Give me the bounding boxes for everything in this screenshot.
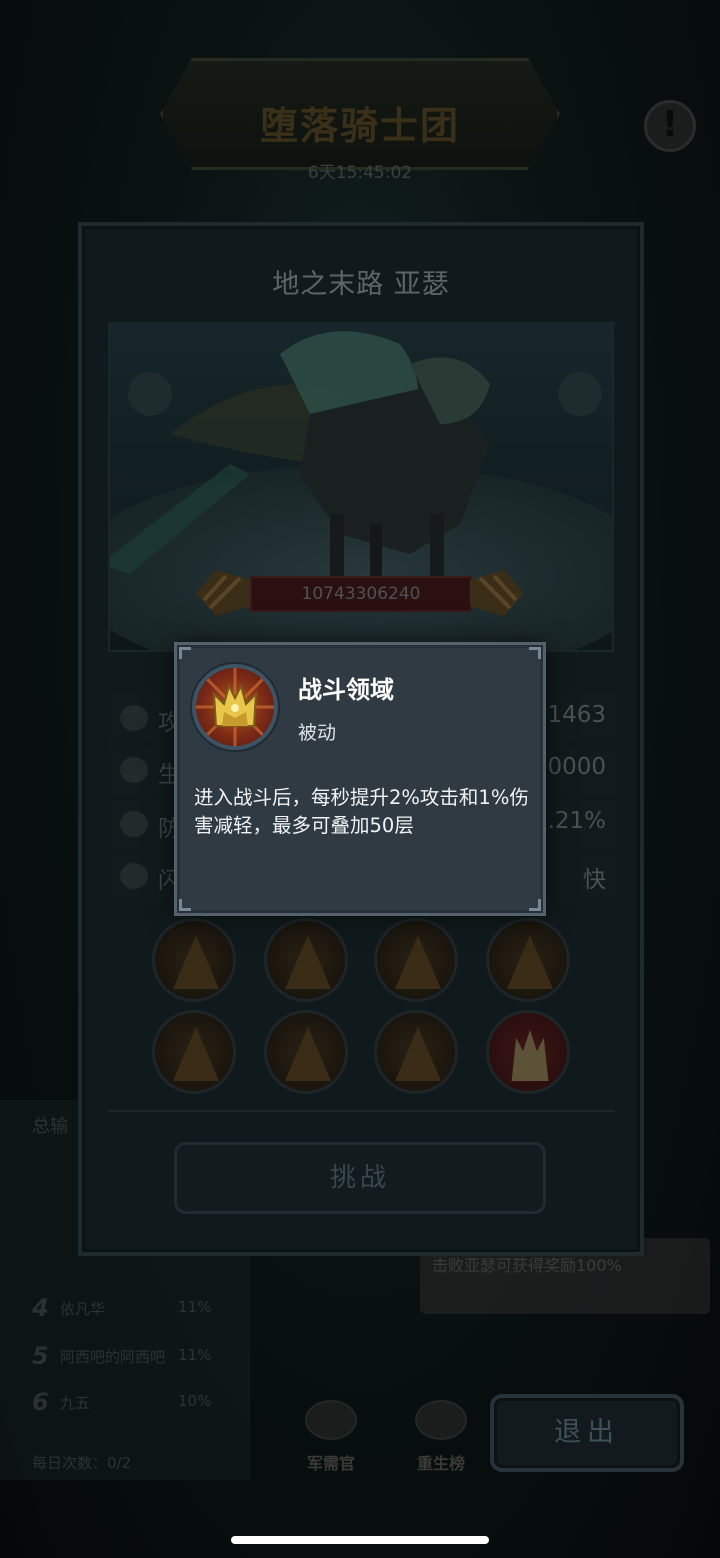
rank-percent: 11% bbox=[178, 1346, 212, 1364]
skill-slot-6[interactable] bbox=[264, 1010, 348, 1094]
stat-value: 快 bbox=[583, 867, 606, 893]
stat-value: .21% bbox=[547, 808, 606, 834]
rank-number: 4 bbox=[32, 1294, 49, 1322]
skill-description: 进入战斗后，每秒提升2%攻击和1%伤害减轻，最多可叠加50层 bbox=[194, 786, 529, 837]
sword-icon bbox=[120, 705, 148, 731]
locked-skill-icon bbox=[173, 1027, 219, 1081]
nav-quartermaster[interactable]: 军需官 bbox=[286, 1400, 376, 1480]
exclamation-icon[interactable]: ! bbox=[644, 100, 696, 152]
ranking-row[interactable]: 6 九五 10% bbox=[28, 1388, 248, 1424]
event-title: 堕落骑士团 bbox=[259, 104, 460, 148]
nav-label: 军需官 bbox=[306, 1454, 355, 1473]
corner-ornament bbox=[529, 647, 541, 659]
quartermaster-icon bbox=[305, 1400, 357, 1440]
ranking-title: 总输 bbox=[32, 1116, 68, 1137]
ranking-row[interactable]: 4 依凡华 11% bbox=[28, 1294, 248, 1330]
skill-slot-5[interactable] bbox=[152, 1010, 236, 1094]
hp-bar-left-ornament bbox=[196, 570, 250, 616]
rank-percent: 11% bbox=[178, 1298, 212, 1316]
skill-slot-3[interactable] bbox=[374, 918, 458, 1002]
ranking-row[interactable]: 5 阿西吧的阿西吧 11% bbox=[28, 1342, 248, 1378]
boss-name: 地之末路 亚瑟 bbox=[272, 269, 450, 300]
rank-percent: 10% bbox=[178, 1392, 212, 1410]
locked-skill-icon bbox=[507, 935, 553, 989]
rank-name: 九五 bbox=[60, 1394, 91, 1412]
locked-skill-icon bbox=[395, 935, 441, 989]
home-indicator[interactable] bbox=[231, 1536, 489, 1544]
locked-skill-icon bbox=[285, 935, 331, 989]
skill-slot-2[interactable] bbox=[264, 918, 348, 1002]
skill-type: 被动 bbox=[298, 722, 337, 744]
event-timer: 6天15:45:02 bbox=[307, 163, 413, 183]
rank-number: 6 bbox=[32, 1388, 49, 1416]
challenge-button[interactable]: 挑战 bbox=[174, 1142, 546, 1214]
stat-value: 1463 bbox=[547, 702, 606, 728]
shield-icon bbox=[120, 811, 148, 837]
skill-slot-4[interactable] bbox=[486, 918, 570, 1002]
crown-skill-icon bbox=[192, 664, 278, 750]
crown-skill-icon bbox=[511, 1029, 549, 1081]
heart-icon bbox=[120, 757, 148, 783]
locked-skill-icon bbox=[173, 935, 219, 989]
nav-rebirth-ranking[interactable]: 重生榜 bbox=[396, 1400, 486, 1480]
skill-slot-1[interactable] bbox=[152, 918, 236, 1002]
rank-name: 阿西吧的阿西吧 bbox=[60, 1348, 166, 1366]
rank-name: 依凡华 bbox=[60, 1300, 106, 1318]
corner-ornament bbox=[179, 899, 191, 911]
locked-skill-icon bbox=[285, 1027, 331, 1081]
corner-ornament bbox=[179, 647, 191, 659]
locked-skill-icon bbox=[395, 1027, 441, 1081]
corner-ornament bbox=[529, 899, 541, 911]
daily-attempts: 每日次数：0/2 bbox=[32, 1454, 132, 1472]
skill-slot-7[interactable] bbox=[374, 1010, 458, 1094]
rank-number: 5 bbox=[32, 1342, 49, 1370]
skill-title: 战斗领域 bbox=[298, 676, 394, 704]
trophy-icon bbox=[415, 1400, 467, 1440]
nav-label: 重生榜 bbox=[416, 1454, 465, 1473]
skill-slot-8-selected[interactable] bbox=[486, 1010, 570, 1094]
panel-divider bbox=[108, 1110, 614, 1112]
exit-button[interactable]: 退出 bbox=[490, 1394, 684, 1472]
boss-hp-bar: 10743306240 bbox=[250, 576, 472, 612]
speed-icon bbox=[120, 863, 148, 889]
stat-value: 0000 bbox=[547, 754, 606, 780]
hp-bar-right-ornament bbox=[470, 570, 524, 616]
